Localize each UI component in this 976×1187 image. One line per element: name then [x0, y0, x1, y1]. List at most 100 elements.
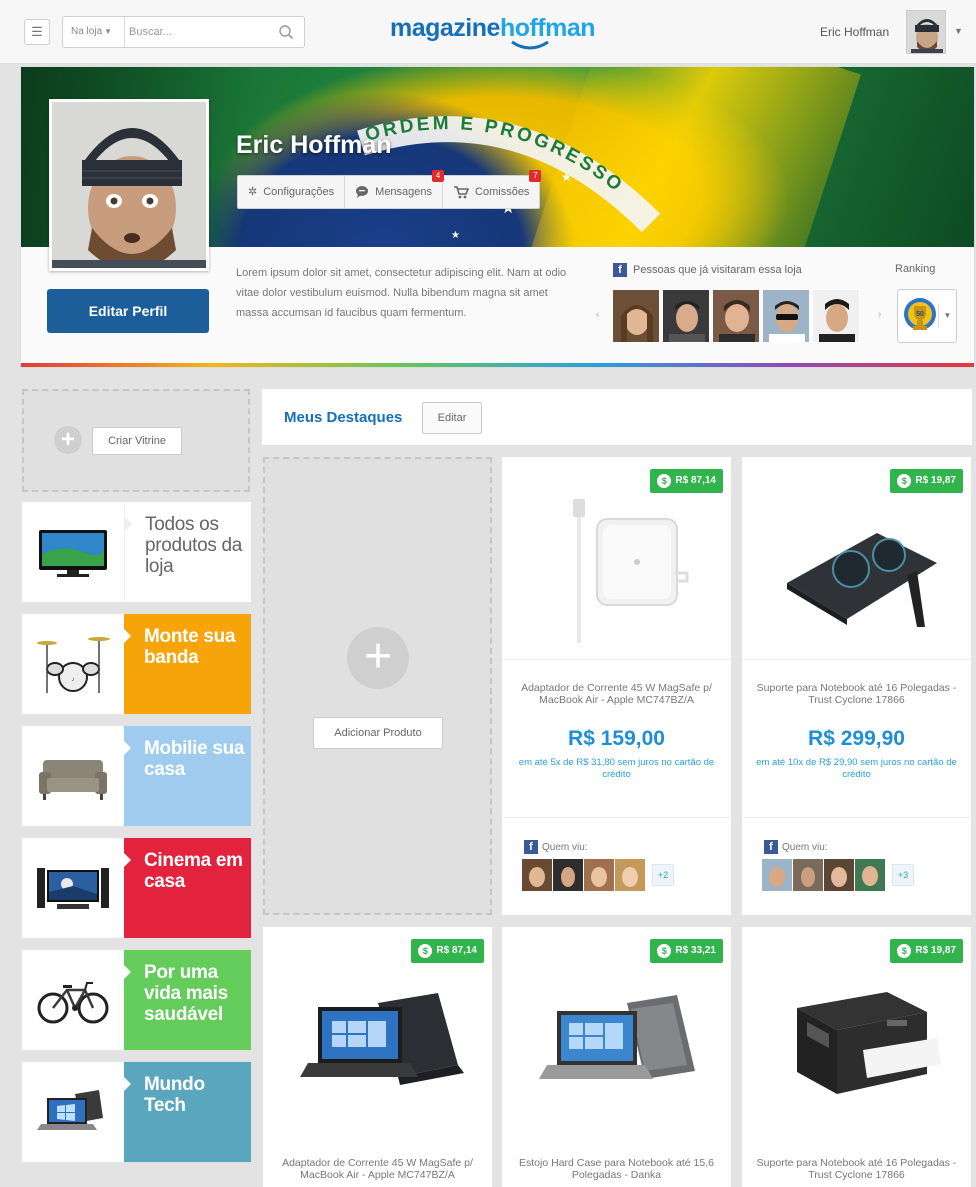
visitor-avatar[interactable] — [812, 289, 860, 343]
more-viewers-badge[interactable]: +3 — [892, 864, 914, 886]
chevron-down-icon[interactable]: ▼ — [954, 26, 963, 36]
laptop-icon — [22, 1062, 124, 1162]
category-band[interactable]: ♪ Monte sua banda — [22, 614, 251, 714]
cashback-badge: $ R$ 33,21 — [650, 939, 723, 963]
visitor-avatar[interactable] — [712, 289, 760, 343]
avatar[interactable] — [906, 10, 946, 54]
laptops-icon — [263, 963, 492, 1123]
tab-label: Comissões — [475, 186, 530, 198]
product-card[interactable]: $ R$ 19,87 Suporte para Notebook até 16 P… — [742, 457, 971, 915]
cashback-value: R$ 87,14 — [675, 475, 716, 486]
coin-icon: $ — [897, 944, 912, 958]
gear-icon: ✲ — [248, 186, 258, 198]
chevron-right-icon[interactable]: › — [878, 309, 881, 320]
home-theater-icon — [22, 838, 124, 938]
avatar[interactable] — [615, 859, 645, 891]
chevron-down-icon[interactable]: ▼ — [938, 304, 956, 328]
plus-icon[interactable]: + — [54, 426, 82, 454]
logo[interactable]: magazinehoffman — [390, 14, 596, 50]
edit-profile-button[interactable]: Editar Perfil — [47, 289, 209, 333]
category-label: Cinema em casa — [144, 850, 243, 892]
avatar[interactable] — [793, 859, 823, 891]
notch — [123, 964, 131, 980]
tab-mensagens[interactable]: Mensagens 4 — [345, 170, 445, 208]
product-installments: em até 10x de R$ 29,90 sem juros no cart… — [756, 757, 957, 780]
seen-label: Quem viu: — [542, 841, 588, 853]
avatar[interactable] — [522, 859, 552, 891]
page: { "header": { "menu_icon": "hamburger-ic… — [0, 0, 976, 1187]
product-name[interactable]: Adaptador de Corrente 45 W MagSafe p/ Ma… — [277, 1157, 478, 1181]
laptop-case-icon — [502, 963, 731, 1123]
product-card[interactable]: $ R$ 33,21 Estojo Hard Case para Notebook… — [502, 927, 731, 1187]
chat-icon — [356, 186, 369, 198]
chevron-down-icon: ▼ — [104, 27, 113, 36]
product-card[interactable]: $ R$ 19,87 Suporte para Notebook até 16 P… — [742, 927, 971, 1187]
category-label: Todos os produtos da loja — [145, 514, 243, 577]
product-card[interactable]: $ R$ 87,14 Adaptador de Corrente 45 W Mag… — [263, 927, 492, 1187]
more-viewers-badge[interactable]: +2 — [652, 864, 674, 886]
coin-icon: $ — [418, 944, 433, 958]
product-card[interactable]: $ R$ 87,14 Adaptador de Corrente 45 W Mag… — [502, 457, 731, 915]
tv-icon — [22, 502, 124, 602]
scope-label: Na loja — [71, 26, 103, 37]
notch — [123, 852, 131, 868]
category-label-panel: Cinema em casa — [123, 838, 251, 938]
seen-label: Quem viu: — [782, 841, 828, 853]
visitor-avatar[interactable] — [662, 289, 710, 343]
tab-configuracoes[interactable]: ✲ Configurações — [238, 176, 346, 208]
tab-comissoes[interactable]: Comissões 7 — [443, 170, 542, 208]
cashback-badge: $ R$ 19,87 — [890, 939, 963, 963]
avatar[interactable] — [584, 859, 614, 891]
search-input[interactable] — [129, 22, 269, 42]
seen-heading: f Quem viu: — [764, 840, 828, 854]
tab-label: Configurações — [263, 186, 335, 198]
product-name[interactable]: Suporte para Notebook até 16 Polegadas -… — [756, 1157, 957, 1181]
facebook-icon: f — [524, 840, 538, 854]
user-name[interactable]: Eric Hoffman — [820, 25, 889, 39]
visitors-title: Pessoas que já visitaram essa loja — [633, 264, 802, 276]
create-vitrine-button[interactable]: Criar Vitrine — [92, 427, 182, 455]
cashback-value: R$ 19,87 — [915, 475, 956, 486]
product-name[interactable]: Adaptador de Corrente 45 W MagSafe p/ Ma… — [516, 682, 717, 706]
drum-kit-icon: ♪ — [22, 614, 124, 714]
category-cinema[interactable]: Cinema em casa — [22, 838, 251, 938]
ranking-badge-text: 50 — [916, 311, 924, 318]
category-all-products[interactable]: Todos os produtos da loja — [22, 502, 251, 602]
category-health[interactable]: Por uma vida mais saudável — [22, 950, 251, 1050]
avatar[interactable] — [553, 859, 583, 891]
category-furniture[interactable]: Mobilie sua casa — [22, 726, 251, 826]
hamburger-icon[interactable]: ☰ — [24, 19, 50, 45]
visitor-avatar[interactable] — [762, 289, 810, 343]
visitor-avatar[interactable] — [612, 289, 660, 343]
svg-text:★: ★ — [561, 170, 572, 184]
search-box: Na loja ▼ — [62, 16, 305, 48]
divider — [742, 659, 971, 660]
product-name[interactable]: Suporte para Notebook até 16 Polegadas -… — [756, 682, 957, 706]
color-stripe — [21, 363, 974, 367]
power-adapter-icon — [502, 493, 731, 653]
avatar[interactable] — [762, 859, 792, 891]
create-vitrine-area: + Criar Vitrine — [22, 389, 250, 492]
product-name[interactable]: Estojo Hard Case para Notebook até 15,6 … — [516, 1157, 717, 1181]
highlights-header: Meus Destaques Editar — [262, 389, 972, 445]
printer-icon — [742, 963, 971, 1123]
plus-icon[interactable]: + — [347, 627, 409, 689]
avatar[interactable] — [855, 859, 885, 891]
tab-label: Mensagens — [375, 186, 433, 198]
category-tech[interactable]: Mundo Tech — [22, 1062, 251, 1162]
scope-dropdown[interactable]: Na loja ▼ — [63, 17, 125, 47]
cashback-badge: $ R$ 19,87 — [890, 469, 963, 493]
chevron-left-icon[interactable]: ‹ — [596, 309, 599, 320]
ranking-badge[interactable]: 50 ▼ — [897, 289, 957, 343]
avatar[interactable] — [824, 859, 854, 891]
trophy-icon: 50 — [904, 298, 936, 330]
search-icon[interactable] — [278, 24, 294, 40]
profile-bio: Lorem ipsum dolor sit amet, consectetur … — [236, 267, 567, 319]
add-product-button[interactable]: Adicionar Produto — [313, 717, 443, 749]
coin-icon: $ — [657, 944, 672, 958]
visitors-heading: f Pessoas que já visitaram essa loja — [613, 263, 802, 277]
bicycle-icon — [22, 950, 124, 1050]
profile-photo[interactable] — [49, 99, 209, 271]
edit-highlights-button[interactable]: Editar — [422, 402, 482, 434]
coin-icon: $ — [897, 474, 912, 488]
